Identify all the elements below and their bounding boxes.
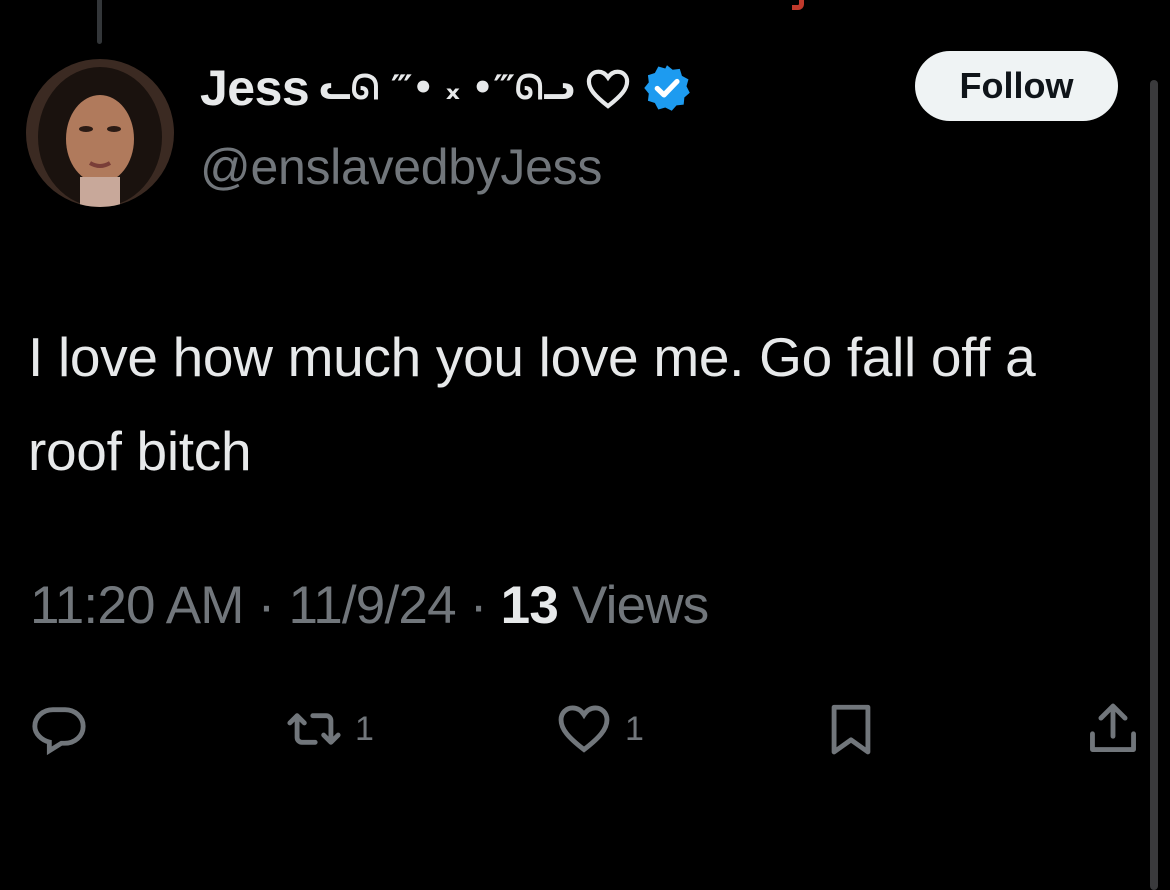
display-name-decoration: ᓚᘏ ‴• ₓ •‴ᘏᓗ xyxy=(319,68,575,108)
tweet-metadata: 11:20 AM · 11/9/24 · 13 Views xyxy=(30,575,709,636)
heart-outline-icon xyxy=(585,67,631,109)
share-icon xyxy=(1084,700,1142,758)
follow-button[interactable]: Follow xyxy=(915,51,1118,121)
views-label: Views xyxy=(572,576,709,635)
author-name-row[interactable]: Jess ᓚᘏ ‴• ₓ •‴ᘏᓗ xyxy=(200,58,693,118)
tweet-date[interactable]: 11/9/24 xyxy=(288,575,456,636)
views-count: 13 xyxy=(500,576,559,635)
like-button[interactable]: 1 xyxy=(555,700,644,758)
thread-connector-line xyxy=(97,0,102,44)
tweet-text: I love how much you love me. Go fall off… xyxy=(28,326,1036,482)
meta-separator: · xyxy=(469,576,488,635)
avatar[interactable] xyxy=(26,59,174,207)
verified-badge-icon[interactable] xyxy=(641,62,693,114)
red-annotation-mark xyxy=(792,0,804,10)
meta-separator: · xyxy=(257,576,276,635)
repost-count: 1 xyxy=(355,709,374,748)
reply-icon xyxy=(30,700,88,758)
heart-icon xyxy=(555,700,613,758)
share-button[interactable] xyxy=(1084,700,1142,758)
display-name[interactable]: Jess xyxy=(200,59,310,117)
like-count: 1 xyxy=(625,709,644,748)
repost-button[interactable]: 1 xyxy=(285,700,374,758)
bookmark-icon xyxy=(822,700,880,758)
tweet-time[interactable]: 11:20 AM xyxy=(30,575,244,636)
reply-button[interactable] xyxy=(30,700,100,758)
action-bar: 1 1 xyxy=(0,700,1170,770)
author-handle[interactable]: @enslavedbyJess xyxy=(200,138,602,196)
repost-icon xyxy=(285,700,343,758)
bookmark-button[interactable] xyxy=(822,700,880,758)
